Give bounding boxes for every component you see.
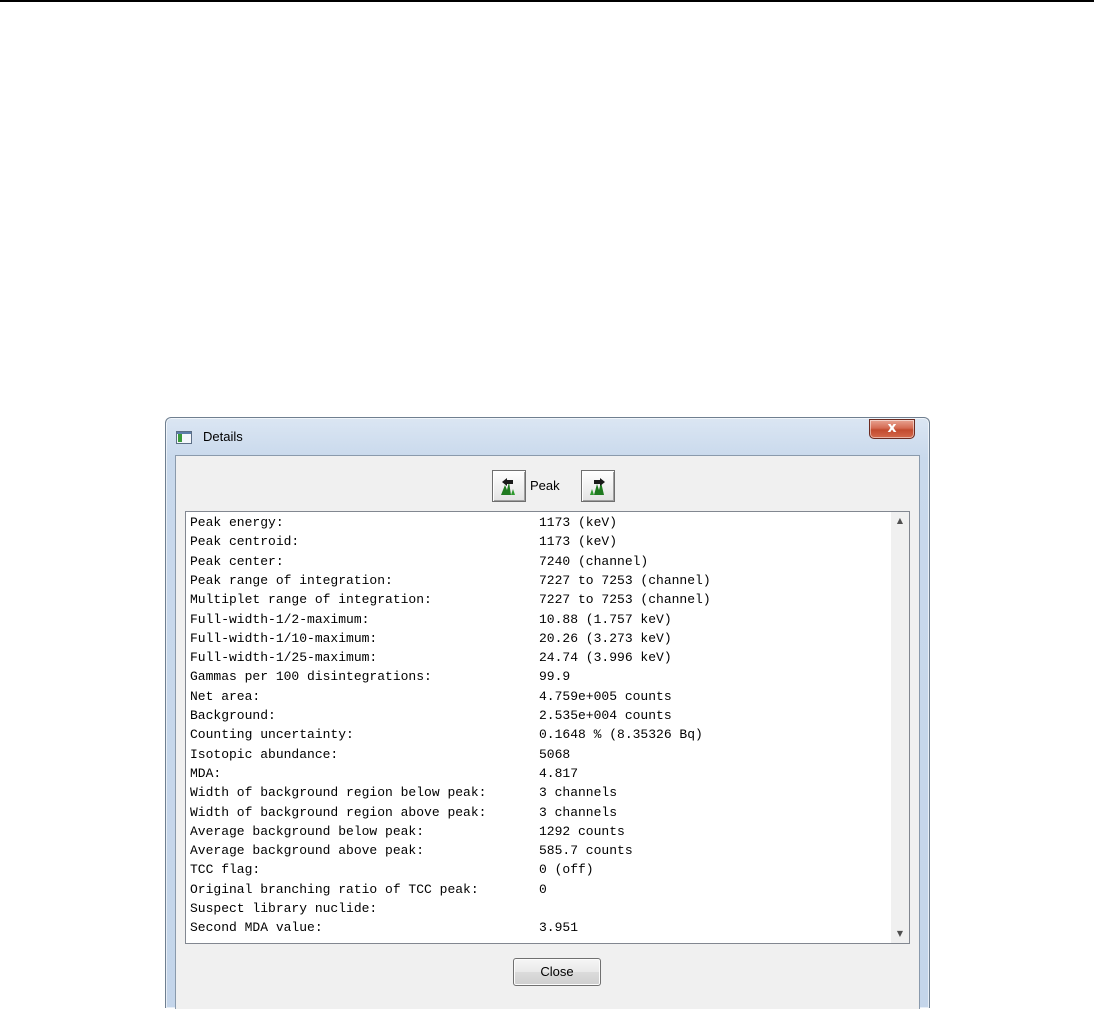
detail-label: Counting uncertainty:: [190, 727, 354, 743]
detail-label: Multiplet range of integration:: [190, 592, 432, 608]
top-border-line: [0, 0, 1094, 2]
detail-value: 24.74 (3.996 keV): [539, 650, 672, 666]
detail-row: Width of background region below peak: 3 …: [190, 783, 890, 802]
detail-value: 3.951: [539, 920, 579, 936]
detail-value: 4.759e+005 counts: [539, 688, 672, 704]
detail-row: Peak centroid: 1173 (keV): [190, 532, 890, 551]
detail-value: 10.88 (1.757 keV): [539, 611, 672, 627]
detail-row: Original branching ratio of TCC peak: 0: [190, 880, 890, 899]
detail-row: Peak energy: 1173 (keV): [190, 513, 890, 532]
detail-row: Counting uncertainty: 0.1648 % (8.35326 B…: [190, 725, 890, 744]
details-list: Peak energy: 1173 (keV) Peak centroid: 1173…: [186, 512, 891, 943]
detail-value: 0 (off): [539, 862, 594, 878]
detail-label: Net area:: [190, 688, 261, 704]
close-button[interactable]: Close: [513, 958, 601, 986]
detail-value: 585.7 counts: [539, 843, 633, 859]
peak-label: Peak: [530, 478, 560, 493]
detail-label: Original branching ratio of TCC peak:: [190, 881, 479, 897]
detail-label: Average background above peak:: [190, 843, 425, 859]
detail-value: 0.1648 % (8.35326 Bq): [539, 727, 703, 743]
detail-value: 1173 (keV): [539, 534, 618, 550]
next-peak-icon: [590, 478, 605, 495]
detail-row: Suspect library nuclide:: [190, 899, 890, 918]
next-peak-button[interactable]: [581, 470, 615, 502]
detail-row: Width of background region above peak: 3 …: [190, 803, 890, 822]
detail-row: Peak range of integration: 7227 to 7253 (…: [190, 571, 890, 590]
detail-value: 7240 (channel): [539, 553, 649, 569]
detail-value: 2.535e+004 counts: [539, 708, 672, 723]
previous-peak-button[interactable]: [492, 470, 526, 502]
detail-value: 7227 to 7253 (channel): [539, 572, 711, 588]
detail-label: Gammas per 100 disintegrations:: [190, 669, 432, 685]
detail-value: 99.9: [539, 669, 571, 685]
detail-label: Full-width-1/10-maximum:: [190, 630, 378, 646]
detail-row: Full-width-1/25-maximum: 24.74 (3.996 keV…: [190, 648, 890, 667]
detail-label: Full-width-1/2-maximum:: [190, 611, 370, 627]
detail-value: 3 channels: [539, 804, 618, 820]
detail-row: Full-width-1/10-maximum: 20.26 (3.273 keV…: [190, 629, 890, 648]
detail-row: Multiplet range of integration: 7227 to 7…: [190, 590, 890, 609]
scroll-down-arrow-icon[interactable]: ▼: [891, 925, 909, 943]
detail-row: Second MDA value: 3.951: [190, 918, 890, 937]
detail-label: Second MDA value:: [190, 920, 323, 936]
detail-value: 4.817: [539, 765, 579, 781]
detail-row: Net area: 4.759e+005 counts: [190, 687, 890, 706]
title-bar[interactable]: Details x: [166, 418, 929, 456]
detail-label: Full-width-1/25-maximum:: [190, 650, 378, 666]
details-textbox[interactable]: Peak energy: 1173 (keV) Peak centroid: 1173…: [185, 511, 910, 944]
detail-label: TCC flag:: [190, 862, 261, 878]
detail-label: Peak energy:: [190, 515, 284, 530]
detail-value: 3 channels: [539, 785, 618, 801]
window-app-icon: [176, 431, 192, 444]
detail-row: Background: 2.535e+004 counts: [190, 706, 890, 725]
window-close-button[interactable]: x: [869, 419, 915, 439]
window-title: Details: [203, 429, 243, 444]
detail-label: Suspect library nuclide:: [190, 901, 378, 916]
detail-label: Peak center:: [190, 553, 284, 569]
detail-label: Width of background region below peak:: [190, 785, 487, 801]
detail-label: Average background below peak:: [190, 823, 425, 839]
detail-row: Average background above peak: 585.7 coun…: [190, 841, 890, 860]
detail-value: 7227 to 7253 (channel): [539, 592, 711, 608]
vertical-scrollbar[interactable]: ▲ ▼: [891, 512, 909, 943]
detail-label: Peak centroid:: [190, 534, 300, 550]
client-area: Peak Peak energy: 1173 (keV) Peak centroid…: [175, 455, 920, 1009]
detail-row: Isotopic abundance: 5068: [190, 745, 890, 764]
detail-row: Gammas per 100 disintegrations: 99.9: [190, 667, 890, 686]
detail-value: 0: [539, 881, 547, 897]
detail-row: TCC flag: 0 (off): [190, 860, 890, 879]
detail-label: Width of background region above peak:: [190, 804, 487, 820]
scroll-up-arrow-icon[interactable]: ▲: [891, 512, 909, 530]
detail-row: MDA: 4.817: [190, 764, 890, 783]
detail-row: Peak center: 7240 (channel): [190, 552, 890, 571]
detail-label: Background:: [190, 708, 276, 723]
detail-row: Full-width-1/2-maximum: 10.88 (1.757 keV): [190, 610, 890, 629]
detail-label: Isotopic abundance:: [190, 746, 339, 762]
detail-row: Average background below peak: 1292 count…: [190, 822, 890, 841]
detail-value: 1292 counts: [539, 823, 625, 839]
details-window: Details x Peak Peak energy: 1173 (keV) P…: [165, 417, 930, 1009]
detail-label: Peak range of integration:: [190, 572, 393, 588]
peak-navigation: Peak: [176, 456, 919, 510]
detail-value: 5068: [539, 746, 571, 762]
previous-peak-icon: [501, 478, 515, 495]
detail-value: 1173 (keV): [539, 515, 618, 530]
detail-value: 20.26 (3.273 keV): [539, 630, 672, 646]
detail-label: MDA:: [190, 765, 222, 781]
